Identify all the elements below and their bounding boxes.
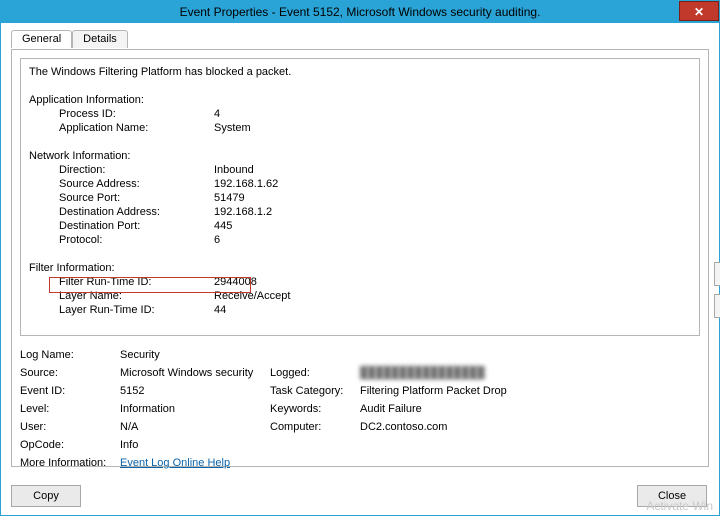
source-value: Microsoft Windows security	[120, 364, 270, 382]
keywords-value: Audit Failure	[360, 400, 700, 418]
filter-runtime-value: 2944008	[214, 276, 257, 288]
protocol-value: 6	[214, 234, 220, 246]
level-label: Level:	[20, 400, 120, 418]
task-category-value: Filtering Platform Packet Drop	[360, 382, 700, 400]
window-title: Event Properties - Event 5152, Microsoft…	[180, 5, 541, 19]
client-area: GeneralDetails The Windows Filtering Pla…	[1, 23, 719, 515]
direction-row: Direction:Inbound	[29, 163, 691, 177]
user-label: User:	[20, 418, 120, 436]
tab-details[interactable]: Details	[72, 30, 128, 48]
layer-name-row: Layer Name:Receive/Accept	[29, 289, 691, 303]
tabstrip: GeneralDetails	[11, 29, 709, 49]
filter-runtime-row: Filter Run-Time ID:2944008	[29, 275, 691, 289]
process-id-value: 4	[214, 108, 220, 120]
close-icon[interactable]: ✕	[679, 1, 719, 21]
app-name-value: System	[214, 122, 251, 134]
app-name-label: Application Name:	[59, 121, 214, 135]
dst-addr-row: Destination Address:192.168.1.2	[29, 205, 691, 219]
app-name-row: Application Name:System	[29, 121, 691, 135]
tab-general[interactable]: General	[11, 30, 72, 48]
layer-runtime-value: 44	[214, 304, 226, 316]
tab-panel-general: The Windows Filtering Platform has block…	[11, 49, 709, 467]
event-metadata: Log Name: Security Source: Microsoft Win…	[20, 346, 700, 472]
direction-value: Inbound	[214, 164, 254, 176]
event-id-value: 5152	[120, 382, 270, 400]
layer-runtime-row: Layer Run-Time ID:44	[29, 303, 691, 317]
event-id-label: Event ID:	[20, 382, 120, 400]
protocol-row: Protocol:6	[29, 233, 691, 247]
nav-down-button[interactable]: 🡇	[714, 294, 720, 318]
event-description: The Windows Filtering Platform has block…	[20, 58, 700, 336]
event-properties-window: Event Properties - Event 5152, Microsoft…	[0, 0, 720, 516]
src-addr-value: 192.168.1.62	[214, 178, 278, 190]
layer-runtime-label: Layer Run-Time ID:	[59, 303, 214, 317]
bottom-bar: Copy Close	[11, 485, 707, 507]
protocol-label: Protocol:	[59, 233, 214, 247]
src-port-value: 51479	[214, 192, 245, 204]
direction-label: Direction:	[59, 163, 214, 177]
log-name-label: Log Name:	[20, 346, 120, 364]
filter-info-header: Filter Information:	[29, 261, 691, 275]
computer-value: DC2.contoso.com	[360, 418, 700, 436]
src-addr-label: Source Address:	[59, 177, 214, 191]
titlebar: Event Properties - Event 5152, Microsoft…	[1, 1, 719, 23]
process-id-row: Process ID:4	[29, 107, 691, 121]
user-value: N/A	[120, 418, 270, 436]
dst-addr-value: 192.168.1.2	[214, 206, 272, 218]
level-value: Information	[120, 400, 270, 418]
dst-addr-label: Destination Address:	[59, 205, 214, 219]
task-category-label: Task Category:	[270, 382, 360, 400]
src-addr-row: Source Address:192.168.1.62	[29, 177, 691, 191]
opcode-label: OpCode:	[20, 436, 120, 454]
dst-port-value: 445	[214, 220, 232, 232]
keywords-label: Keywords:	[270, 400, 360, 418]
dst-port-label: Destination Port:	[59, 219, 214, 233]
log-name-value: Security	[120, 346, 270, 364]
process-id-label: Process ID:	[59, 107, 214, 121]
more-info-label: More Information:	[20, 454, 120, 472]
filter-runtime-label: Filter Run-Time ID:	[59, 275, 214, 289]
dst-port-row: Destination Port:445	[29, 219, 691, 233]
src-port-label: Source Port:	[59, 191, 214, 205]
logged-label: Logged:	[270, 364, 360, 382]
close-button[interactable]: Close	[637, 485, 707, 507]
logged-value: ████████████████	[360, 364, 700, 382]
source-label: Source:	[20, 364, 120, 382]
nav-up-button[interactable]: 🡅	[714, 262, 720, 286]
layer-name-label: Layer Name:	[59, 289, 214, 303]
computer-label: Computer:	[270, 418, 360, 436]
summary-text: The Windows Filtering Platform has block…	[29, 65, 691, 79]
opcode-value: Info	[120, 436, 270, 454]
app-info-header: Application Information:	[29, 93, 691, 107]
net-info-header: Network Information:	[29, 149, 691, 163]
layer-name-value: Receive/Accept	[214, 290, 290, 302]
src-port-row: Source Port:51479	[29, 191, 691, 205]
more-info-link[interactable]: Event Log Online Help	[120, 457, 230, 469]
copy-button[interactable]: Copy	[11, 485, 81, 507]
